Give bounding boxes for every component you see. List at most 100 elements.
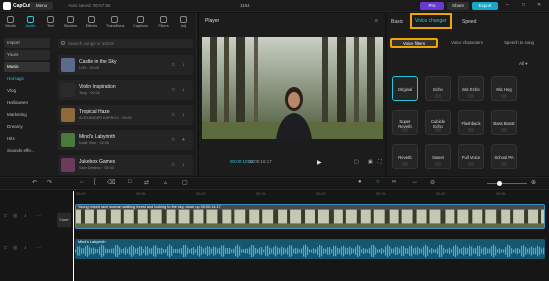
lock-track-icon[interactable]: □	[4, 245, 7, 251]
tab-adjust[interactable]: Adj	[175, 13, 192, 32]
more-options-icon[interactable]: ≡	[375, 18, 378, 24]
sidebar-item-dreamy[interactable]: Dreamy	[4, 122, 50, 132]
effect-sweet[interactable]: Sweet	[425, 144, 451, 169]
effect-cubicle-echo[interactable]: Cubicle Echo	[425, 110, 451, 135]
sidebar-item-vlog[interactable]: Vlog	[4, 86, 50, 96]
list-item[interactable]: Mind's Labyrinth Katie Vine · 02:00 ☆ +	[58, 130, 193, 150]
sidebar-item-halloween[interactable]: Halloween	[4, 98, 50, 108]
zoom-out-icon[interactable]: ⊖	[430, 179, 435, 186]
tab-effects[interactable]: Effects	[83, 13, 100, 32]
close-icon[interactable]: ✕	[537, 2, 541, 8]
effect-echo[interactable]: Echo	[425, 76, 451, 101]
cover-button[interactable]: Cover	[57, 213, 71, 227]
magnet-snap-icon[interactable]: ○	[376, 179, 380, 185]
sidebar-item-hits[interactable]: Hits	[4, 134, 50, 144]
video-preview[interactable]	[202, 37, 383, 139]
split-icon[interactable]: ┄	[80, 179, 84, 186]
effect-bass-boost[interactable]: Bass Boost	[491, 110, 517, 135]
tab-speed[interactable]: Speed	[462, 19, 476, 25]
maximize-icon[interactable]: □	[522, 2, 525, 8]
sidebar-item-hot-tags[interactable]: Hot tags	[4, 74, 50, 84]
split-left-icon[interactable]: [	[94, 179, 96, 185]
waveform-bar	[137, 247, 139, 255]
tab-voice-characters[interactable]: Voice characters	[443, 38, 491, 48]
tab-audio[interactable]: Audio	[22, 13, 39, 32]
track-more-icon[interactable]: ⋯	[36, 245, 41, 251]
hide-track-icon[interactable]: ◎	[13, 245, 17, 251]
import-button[interactable]: Import	[4, 38, 50, 48]
effect-super-reverb[interactable]: Super Reverb	[392, 110, 418, 135]
preview-axis-icon[interactable]: ↔	[412, 179, 418, 185]
delete-icon[interactable]: ⌫	[107, 179, 115, 186]
effect-original[interactable]: Original	[392, 76, 418, 101]
sidebar-item-music[interactable]: Music	[4, 62, 50, 72]
hide-track-icon[interactable]: ◎	[13, 213, 17, 219]
zoom-slider[interactable]	[487, 183, 527, 184]
favorite-star-icon[interactable]: ☆	[171, 87, 175, 93]
effect-full-voice[interactable]: Full Voice	[458, 144, 484, 169]
sidebar-item-yours[interactable]: Yours	[4, 50, 50, 60]
lock-track-icon[interactable]: □	[4, 213, 7, 219]
waveform-bar	[331, 249, 333, 253]
effect-flashback[interactable]: Flashback	[458, 110, 484, 135]
download-icon[interactable]: ↓	[182, 112, 185, 118]
favorite-star-icon[interactable]: ☆	[171, 112, 175, 118]
effect-mic-hog[interactable]: Mic Hog	[491, 76, 517, 101]
tab-stickers[interactable]: Stickers	[62, 13, 79, 32]
zoom-in-icon[interactable]: ⊕	[531, 179, 536, 186]
waveform-bar	[309, 249, 311, 253]
track-more-icon[interactable]: ⋯	[36, 213, 41, 219]
tab-captions[interactable]: Captions	[132, 13, 149, 32]
list-item[interactable]: Tropical Haze ALEXANDER KAPROV · 00:50 ☆…	[58, 105, 193, 125]
zoom-slider-handle[interactable]	[497, 181, 502, 186]
tab-basic[interactable]: Basic	[391, 19, 403, 25]
mute-track-icon[interactable]: ♪	[24, 213, 27, 219]
tab-transitions[interactable]: Transitions	[106, 13, 124, 32]
favorite-star-icon[interactable]: ☆	[171, 162, 175, 168]
playhead[interactable]	[73, 191, 74, 281]
download-icon[interactable]: ↓	[182, 162, 185, 168]
waveform-bar	[223, 245, 225, 257]
crop-icon[interactable]: ▢	[182, 179, 188, 186]
redo-icon[interactable]: ↷	[47, 179, 52, 186]
list-item[interactable]: Jukebox Games Sam Dmitrov · 02:00 ☆ ↓	[58, 155, 193, 175]
play-icon[interactable]: ▶	[317, 159, 322, 166]
list-item[interactable]: Castle in the Sky LVN · 00:45 ☆ ↓	[58, 55, 193, 75]
reverse-icon[interactable]: ⇄	[144, 179, 149, 186]
pro-button[interactable]: Pro	[420, 2, 444, 10]
effect-school-pa[interactable]: School PA	[491, 144, 517, 169]
tab-voice-filters[interactable]: Voice filters	[390, 38, 438, 48]
sidebar-item-sound-effects[interactable]: Sounds effe...	[4, 146, 50, 156]
filter-all-dropdown[interactable]: All ▾	[519, 61, 528, 67]
undo-icon[interactable]: ↶	[32, 179, 37, 186]
tab-text[interactable]: Text	[42, 13, 59, 32]
export-button[interactable]: Export	[472, 2, 498, 10]
mirror-icon[interactable]: ▵	[164, 179, 167, 186]
tab-speech-to-song[interactable]: Speech to song	[495, 38, 543, 48]
share-button[interactable]: Share	[447, 2, 469, 10]
list-item[interactable]: Violin Inspiration Tony · 00:42 ☆ ↓	[58, 80, 193, 100]
freeze-icon[interactable]: □	[128, 179, 132, 185]
record-voice-icon[interactable]: ●	[358, 179, 362, 185]
audio-clip[interactable]	[75, 239, 545, 259]
project-title[interactable]: 1104	[240, 3, 250, 8]
download-icon[interactable]: ↓	[182, 87, 185, 93]
tab-filters[interactable]: Filters	[155, 13, 172, 32]
tab-voice-changer[interactable]: Voice changer	[410, 13, 452, 29]
effect-mic-echo[interactable]: Mic Echo	[458, 76, 484, 101]
mute-track-icon[interactable]: ♪	[24, 245, 27, 251]
fullscreen-icon[interactable]: ⛶	[378, 159, 382, 165]
search-input[interactable]: Search songs or artists	[58, 39, 193, 48]
effect-reverb[interactable]: Reverb	[392, 144, 418, 169]
ratio-icon[interactable]: ▣	[368, 159, 373, 165]
sidebar-item-marketing[interactable]: Marketing	[4, 110, 50, 120]
add-icon[interactable]: +	[182, 137, 185, 143]
fit-icon[interactable]: ▢	[354, 159, 359, 165]
minimize-icon[interactable]: –	[506, 2, 509, 8]
download-icon[interactable]: ↓	[182, 62, 185, 68]
favorite-star-icon[interactable]: ☆	[171, 62, 175, 68]
favorite-star-icon[interactable]: ☆	[171, 137, 175, 143]
link-icon[interactable]: ∞	[392, 179, 396, 185]
menu-button[interactable]: Menu	[30, 2, 53, 10]
tab-media[interactable]: Media	[2, 13, 19, 32]
